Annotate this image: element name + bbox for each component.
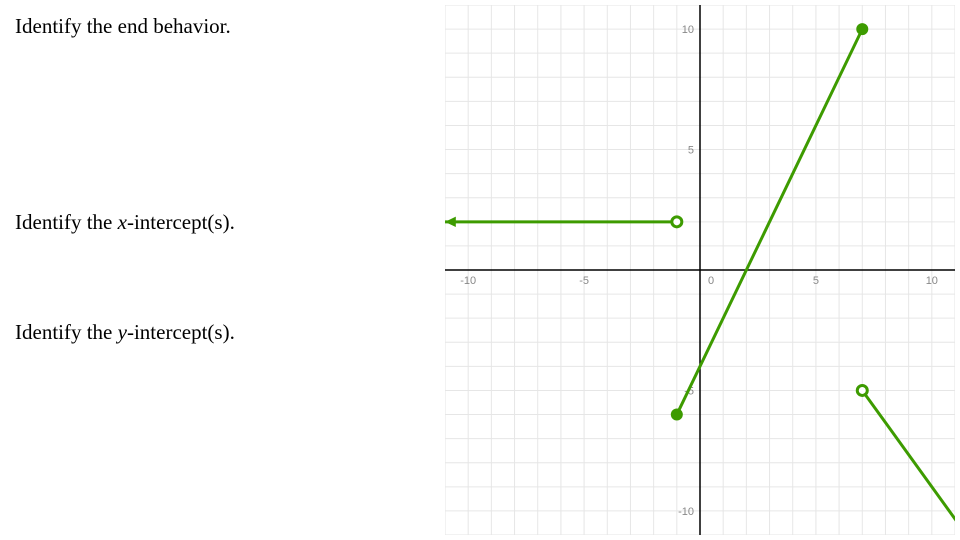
svg-text:5: 5 [813, 275, 819, 287]
coordinate-plane: -10-50510-10-5510 [445, 5, 955, 535]
axis-group [445, 5, 955, 535]
svg-text:-5: -5 [579, 275, 589, 287]
coordinate-plane-svg: -10-50510-10-5510 [445, 5, 955, 535]
svg-text:-10: -10 [678, 506, 694, 518]
prompt-x-pre: Identify the [15, 210, 118, 234]
svg-text:5: 5 [688, 145, 694, 157]
svg-text:10: 10 [682, 24, 694, 36]
axis-tick-labels: -10-50510-10-5510 [460, 24, 938, 518]
svg-text:0: 0 [708, 275, 714, 287]
prompt-x-post: -intercept(s). [127, 210, 235, 234]
prompt-y-post: -intercept(s). [127, 320, 235, 344]
prompt-x-var: x [118, 210, 127, 234]
page-root: Identify the end behavior. Identify the … [0, 0, 960, 540]
prompt-y-intercepts: Identify the y-intercept(s). [15, 320, 235, 345]
prompt-y-var: y [118, 320, 127, 344]
svg-text:10: 10 [926, 275, 938, 287]
prompt-end-behavior: Identify the end behavior. [15, 14, 231, 39]
prompt-end-behavior-text: Identify the end behavior. [15, 14, 231, 38]
svg-text:-10: -10 [460, 275, 476, 287]
prompt-y-pre: Identify the [15, 320, 118, 344]
prompt-x-intercepts: Identify the x-intercept(s). [15, 210, 235, 235]
